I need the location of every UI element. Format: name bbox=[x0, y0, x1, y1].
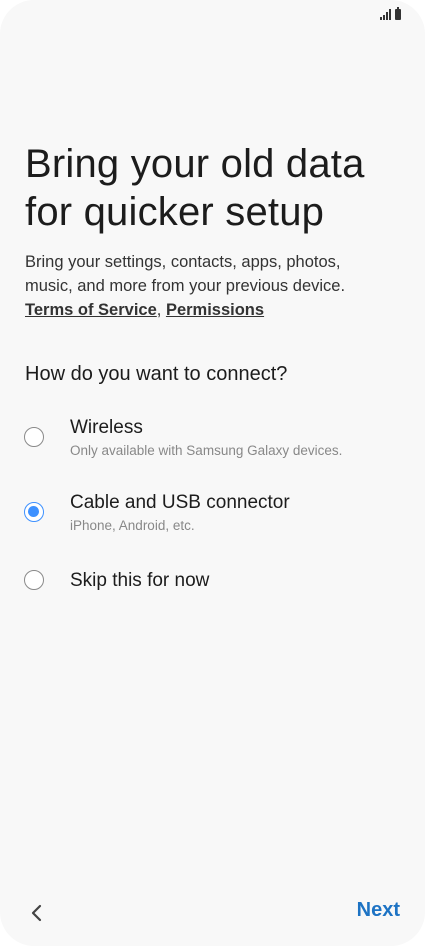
option-subtitle: iPhone, Android, etc. bbox=[70, 518, 195, 533]
option-skip-text: Skip this for now bbox=[70, 568, 209, 594]
option-wireless-text: Wireless Only available with Samsung Gal… bbox=[70, 415, 342, 461]
permissions-link[interactable]: Permissions bbox=[166, 301, 264, 319]
option-wireless[interactable]: Wireless Only available with Samsung Gal… bbox=[22, 415, 412, 465]
page-title-line-2: for quicker setup bbox=[25, 190, 325, 234]
status-bar bbox=[380, 6, 401, 20]
signal-icon bbox=[380, 9, 391, 20]
radio-cable-usb[interactable] bbox=[24, 502, 44, 522]
option-subtitle: Only available with Samsung Galaxy devic… bbox=[70, 443, 343, 458]
setup-screen: Bring your old data for quicker setup Br… bbox=[0, 0, 425, 946]
page-title: Bring your old data for quicker setup bbox=[25, 140, 405, 236]
page-description: Bring your settings, contacts, apps, pho… bbox=[25, 250, 405, 322]
description-line-1: Bring your settings, contacts, apps, pho… bbox=[25, 253, 341, 271]
connect-question: How do you want to connect? bbox=[25, 363, 288, 385]
page-title-line-1: Bring your old data bbox=[25, 142, 365, 186]
next-button[interactable]: Next bbox=[357, 899, 400, 922]
radio-wireless[interactable] bbox=[24, 427, 44, 447]
option-cable-usb-text: Cable and USB connector iPhone, Android,… bbox=[70, 490, 290, 536]
radio-skip[interactable] bbox=[24, 570, 44, 590]
legal-links: Terms of Service, Permissions bbox=[25, 298, 405, 322]
option-label: Cable and USB connector bbox=[70, 492, 290, 513]
option-skip[interactable]: Skip this for now bbox=[22, 568, 412, 598]
links-separator: , bbox=[156, 301, 166, 319]
battery-icon bbox=[395, 7, 401, 20]
option-cable-usb[interactable]: Cable and USB connector iPhone, Android,… bbox=[22, 490, 412, 540]
terms-of-service-link[interactable]: Terms of Service bbox=[25, 301, 157, 319]
back-button[interactable] bbox=[26, 900, 48, 928]
chevron-left-icon bbox=[31, 904, 42, 922]
option-label: Skip this for now bbox=[70, 570, 210, 591]
description-line-2: music, and more from your previous devic… bbox=[25, 277, 346, 295]
option-label: Wireless bbox=[70, 417, 143, 438]
